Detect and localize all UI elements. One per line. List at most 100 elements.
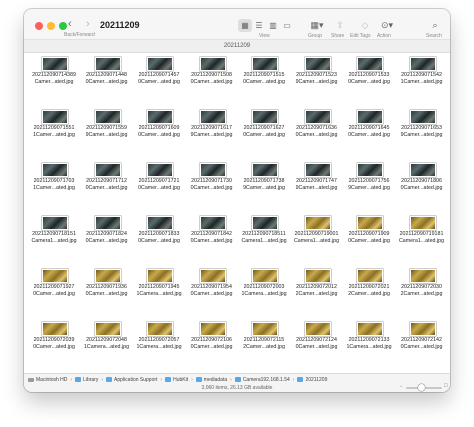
file-name-line2: 0Camer...ated.jpg xyxy=(85,79,128,85)
file-row: 202112090714389 Camer...ated.jpg 202112090… xyxy=(24,55,450,105)
file-name: 20211209072057 1Camera...ated.jpg xyxy=(133,337,185,351)
file-item[interactable]: 20211209071645 0Camer...ated.jpg xyxy=(343,108,395,158)
file-item[interactable]: 20211209071824 0Camer...ated.jpg xyxy=(81,214,133,264)
file-item[interactable]: 20211209071954 0Camer...ated.jpg xyxy=(186,267,238,317)
file-item[interactable]: 20211209071542 1Camer...ated.jpg xyxy=(396,55,448,105)
file-item[interactable]: 20211209071533 0Camer...ated.jpg xyxy=(343,55,395,105)
slider-knob[interactable] xyxy=(418,384,425,391)
file-name-line1: 20211209071747 xyxy=(296,178,337,184)
file-name-line1: 20211209072115 xyxy=(243,337,285,343)
file-name-line1: 20211209071609 xyxy=(138,125,180,131)
file-item[interactable]: 20211209072003 1Camera...ated.jpg xyxy=(238,267,290,317)
file-name: 20211209071609 0Camer...ated.jpg xyxy=(133,125,185,139)
file-thumbnail xyxy=(357,322,383,336)
file-item[interactable]: 20211209071909 0Camer...ated.jpg xyxy=(343,214,395,264)
file-name-line1: 20211209072106 xyxy=(191,337,232,343)
file-item[interactable]: 20211209072048 1Camera...ated.jpg xyxy=(81,320,133,370)
file-item[interactable]: 20211209072106 0Camer...ated.jpg xyxy=(186,320,238,370)
icon-view-icon[interactable]: ▦ xyxy=(238,18,252,32)
file-thumbnail xyxy=(42,322,68,336)
file-item[interactable]: 20211209071457 0Camer...ated.jpg xyxy=(133,55,185,105)
breadcrumb-item[interactable]: 20211209 xyxy=(297,377,327,383)
file-item[interactable]: 202112090719001 Camera1...ated.jpg xyxy=(291,214,343,264)
file-thumbnail xyxy=(252,216,278,230)
file-item[interactable]: 202112090718151 Camera1...ated.jpg xyxy=(28,214,80,264)
file-name-line2: 1Camer...ated.jpg xyxy=(33,185,75,191)
column-view-icon[interactable]: ▥ xyxy=(266,19,280,32)
file-item[interactable]: 20211209071936 0Camer...ated.jpg xyxy=(81,267,133,317)
file-item[interactable]: 20211209071627 0Camer...ated.jpg xyxy=(238,108,290,158)
file-item[interactable]: 20211209071636 0Camer...ated.jpg xyxy=(291,108,343,158)
file-name-line2: 0Camer...ated.jpg xyxy=(348,238,390,244)
file-item[interactable]: 20211209071747 9Camer...ated.jpg xyxy=(291,161,343,211)
file-item[interactable]: 20211209071730 0Camer...ated.jpg xyxy=(186,161,238,211)
file-item[interactable]: 20211209071508 0Camer...ated.jpg xyxy=(186,55,238,105)
list-view-icon[interactable]: ☰ xyxy=(252,19,266,32)
share-icon[interactable]: ⇧ xyxy=(331,18,349,32)
file-item[interactable]: 20211209071448 0Camer...ated.jpg xyxy=(81,55,133,105)
file-row: 20211209071703 1Camer...ated.jpg 202112090… xyxy=(24,161,450,211)
file-item[interactable]: 20211209071551 1Camer...ated.jpg xyxy=(28,108,80,158)
file-item[interactable]: 20211209071806 0Camer...ated.jpg xyxy=(396,161,448,211)
breadcrumb-item[interactable]: Macintosh HD xyxy=(28,377,67,383)
breadcrumb-item[interactable]: HubKit xyxy=(165,377,188,383)
file-item[interactable]: 20211209071523 9Camer...ated.jpg xyxy=(291,55,343,105)
forward-button[interactable]: › xyxy=(86,18,90,30)
file-item[interactable]: 20211209072021 2Camer...ated.jpg xyxy=(343,267,395,317)
file-item[interactable]: 20211209072115 2Camer...ated.jpg xyxy=(238,320,290,370)
file-item[interactable]: 20211209072030 2Camer...ated.jpg xyxy=(396,267,448,317)
zoom-button[interactable] xyxy=(59,22,67,30)
file-item[interactable]: 20211209071712 0Camer...ated.jpg xyxy=(81,161,133,211)
file-name: 20211209071954 0Camer...ated.jpg xyxy=(186,284,238,298)
file-name-line1: 20211209072012 xyxy=(296,284,337,290)
group-icon[interactable]: ▦▾ xyxy=(307,18,327,32)
file-item[interactable]: 20211209071609 0Camer...ated.jpg xyxy=(133,108,185,158)
file-name-line1: 20211209071738 xyxy=(243,178,285,184)
breadcrumb-item[interactable]: mediadata xyxy=(195,377,227,383)
file-item[interactable]: 20211209071515 0Camer...ated.jpg xyxy=(238,55,290,105)
file-item[interactable]: 20211209071559 9Camer...ated.jpg xyxy=(81,108,133,158)
close-button[interactable] xyxy=(35,22,43,30)
file-thumbnail xyxy=(147,57,173,71)
file-item[interactable]: 20211209072039 0Camer...ated.jpg xyxy=(28,320,80,370)
file-name-line1: 20211209071954 xyxy=(191,284,232,290)
file-item[interactable]: 20211209072012 2Camer...ated.jpg xyxy=(291,267,343,317)
file-name-line1: 202112090714389 xyxy=(32,72,76,78)
file-item[interactable]: 20211209071756 9Camer...ated.jpg xyxy=(343,161,395,211)
file-name: 20211209071653 9Camer...ated.jpg xyxy=(396,125,448,139)
back-button[interactable]: ‹ xyxy=(68,18,72,30)
file-name: 20211209071833 0Camer...ated.jpg xyxy=(133,231,185,245)
file-item[interactable]: 20211209071945 1Camera...ated.jpg xyxy=(133,267,185,317)
file-item[interactable]: 20211209072142 0Camer...ated.jpg xyxy=(396,320,448,370)
minimize-button[interactable] xyxy=(47,22,55,30)
file-name-line2: 0Camer...ated.jpg xyxy=(190,79,233,85)
breadcrumb-item[interactable]: Camera192.168.1.54 xyxy=(234,377,290,383)
file-item[interactable]: 20211209071842 0Camer...ated.jpg xyxy=(186,214,238,264)
file-item[interactable]: 20211209071653 9Camer...ated.jpg xyxy=(396,108,448,158)
file-item[interactable]: 20211209071703 1Camer...ated.jpg xyxy=(28,161,80,211)
file-item[interactable]: 20211209071927 0Camer...ated.jpg xyxy=(28,267,80,317)
file-item[interactable]: 20211209072133 1Camera...ated.jpg xyxy=(343,320,395,370)
breadcrumb-item[interactable]: Application Support xyxy=(106,377,157,383)
file-name-line2: 0Camer...ated.jpg xyxy=(243,79,285,85)
file-item[interactable]: 20211209072057 1Camera...ated.jpg xyxy=(133,320,185,370)
file-item[interactable]: 202112090714389 Camer...ated.jpg xyxy=(28,55,80,105)
icon-size-slider[interactable] xyxy=(406,384,442,391)
file-name: 20211209071936 0Camer...ated.jpg xyxy=(81,284,133,298)
file-item[interactable]: 202112090718511 Camera1...ated.jpg xyxy=(238,214,290,264)
file-item[interactable]: 202112090719181 Camera1...ated.jpg xyxy=(396,214,448,264)
file-item[interactable]: 20211209071721 0Camer...ated.jpg xyxy=(133,161,185,211)
breadcrumb-item[interactable]: Library xyxy=(75,377,98,383)
file-row: 20211209072039 0Camer...ated.jpg 202112090… xyxy=(24,320,450,370)
view-switcher[interactable]: ▦ ☰ ▥ ▭ xyxy=(238,18,294,32)
file-item[interactable]: 20211209071833 0Camer...ated.jpg xyxy=(133,214,185,264)
file-item[interactable]: 20211209071738 9Camer...ated.jpg xyxy=(238,161,290,211)
file-name-line2: 0Camer...ated.jpg xyxy=(138,132,180,138)
search-icon[interactable]: ⌕ xyxy=(426,18,444,32)
file-item[interactable]: 20211209072124 0Camer...ated.jpg xyxy=(291,320,343,370)
file-item[interactable]: 20211209071617 9Camer...ated.jpg xyxy=(186,108,238,158)
action-icon[interactable]: ⊙▾ xyxy=(376,18,398,32)
gallery-view-icon[interactable]: ▭ xyxy=(280,19,294,32)
tag-icon[interactable]: ◇ xyxy=(356,18,374,32)
file-name-line2: 0Camer...ated.jpg xyxy=(243,132,285,138)
